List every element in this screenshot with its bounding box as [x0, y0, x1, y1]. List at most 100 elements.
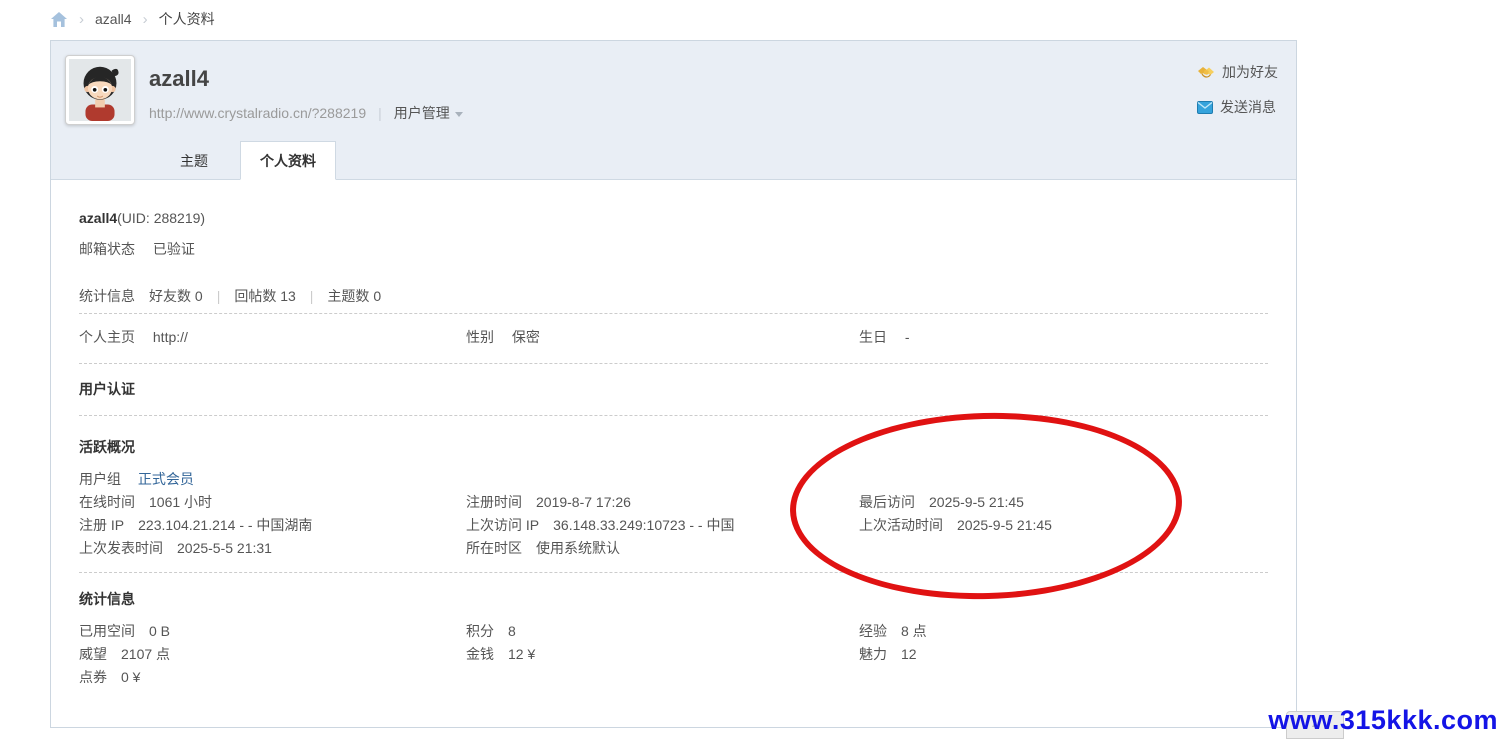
uid-suffix: (UID: 288219) [117, 210, 205, 226]
empty-cell [859, 537, 1268, 560]
breadcrumb: › azall4 › 个人资料 [50, 8, 215, 30]
money-field: 金钱 12 ¥ [466, 643, 859, 666]
divider: | [310, 286, 314, 306]
field-label: 经验 [859, 623, 887, 639]
field-label: 用户组 [79, 471, 121, 487]
statistics-grid: 已用空间 0 B 积分8 经验 8 点 威望 2107 点 金钱 12 ¥ 魅力 12 点… [79, 620, 1268, 689]
register-time-field: 注册时间 2019-8-7 17:26 [466, 491, 859, 514]
avatar[interactable] [65, 55, 135, 125]
last-visit-field: 最后访问 2025-9-5 21:45 [859, 491, 1268, 514]
field-label: 性别 [466, 329, 494, 345]
breadcrumb-item-profile: 个人资料 [159, 9, 215, 29]
field-value: 2025-9-5 21:45 [929, 494, 1024, 510]
field-value: 已验证 [153, 241, 195, 257]
field-value: 2025-9-5 21:45 [957, 517, 1052, 533]
charm-field: 魅力 12 [859, 643, 1268, 666]
field-value: 8 点 [901, 623, 927, 639]
stats-summary-label: 统计信息 [79, 286, 135, 306]
profile-url[interactable]: http://www.crystalradio.cn/?288219 [149, 105, 366, 121]
field-label: 威望 [79, 646, 107, 662]
friends-count: 好友数 0 [149, 286, 203, 306]
field-label: 已用空间 [79, 623, 135, 639]
last-activity-field: 上次活动时间 2025-9-5 21:45 [859, 514, 1268, 537]
envelope-icon [1197, 101, 1213, 114]
add-friend-label: 加为好友 [1222, 62, 1278, 82]
tab-profile[interactable]: 个人资料 [240, 141, 336, 180]
divider: | [217, 286, 221, 306]
field-label: 在线时间 [79, 494, 135, 510]
profile-panel: azall4 http://www.crystalradio.cn/?28821… [50, 40, 1297, 728]
profile-body: azall4(UID: 288219) 邮箱状态 已验证 统计信息 好友数 0 … [51, 208, 1296, 689]
breadcrumb-item-user[interactable]: azall4 [95, 11, 132, 27]
field-value: 12 [901, 646, 917, 662]
stats-summary-line: 统计信息 好友数 0 | 回帖数 13 | 主题数 0 [79, 286, 1268, 306]
section-heading-verification: 用户认证 [79, 379, 1268, 399]
field-label: 上次发表时间 [79, 540, 163, 556]
avatar-image [69, 59, 131, 121]
field-value: 1061 小时 [149, 494, 212, 510]
field-label: 最后访问 [859, 494, 915, 510]
prestige-field: 威望 2107 点 [79, 643, 466, 666]
watermark: www.315kkk.com [1268, 705, 1498, 736]
last-visit-ip-field: 上次访问 IP 36.148.33.249:10723 - - 中国 [466, 514, 859, 537]
field-label: 生日 [859, 329, 887, 345]
user-manage-label: 用户管理 [394, 103, 450, 123]
register-ip-field: 注册 IP223.104.21.214 - - 中国湖南 [79, 514, 466, 537]
statistics-row: 点券0 ¥ [79, 666, 1268, 689]
home-icon[interactable] [50, 11, 68, 28]
field-label: 金钱 [466, 646, 494, 662]
divider: | [378, 105, 382, 121]
field-value: 保密 [512, 329, 540, 345]
send-message-button[interactable]: 发送消息 [1197, 97, 1278, 117]
profile-tabs: 主题 个人资料 [161, 141, 336, 180]
threads-count: 主题数 0 [327, 286, 381, 306]
field-value: 2107 点 [121, 646, 170, 662]
section-heading-activity: 活跃概况 [79, 437, 1268, 457]
tab-threads[interactable]: 主题 [161, 142, 227, 180]
field-label: 上次活动时间 [859, 517, 943, 533]
field-label: 上次访问 IP [466, 517, 539, 533]
section-divider [79, 313, 1268, 314]
breadcrumb-separator: › [79, 11, 84, 28]
field-value: 2025-5-5 21:31 [177, 540, 272, 556]
last-post-time-field: 上次发表时间 2025-5-5 21:31 [79, 537, 466, 560]
credits-field: 积分8 [466, 620, 859, 643]
usergroup-link[interactable]: 正式会员 [138, 471, 194, 487]
field-value: 0 ¥ [121, 669, 140, 685]
field-label: 邮箱状态 [79, 241, 135, 257]
coupons-field: 点券0 ¥ [79, 666, 466, 689]
section-divider [79, 572, 1268, 573]
section-heading-statistics: 统计信息 [79, 589, 1268, 609]
field-value: 36.148.33.249:10723 - - 中国 [553, 517, 734, 533]
empty-cell [859, 666, 1268, 689]
replies-count: 回帖数 13 [234, 286, 295, 306]
gender-field: 性别 保密 [466, 327, 859, 347]
email-status-line: 邮箱状态 已验证 [79, 239, 1268, 259]
uid-line: azall4(UID: 288219) [79, 208, 1268, 228]
send-message-label: 发送消息 [1220, 97, 1276, 117]
experience-field: 经验 8 点 [859, 620, 1268, 643]
activity-row: 上次发表时间 2025-5-5 21:31 所在时区使用系统默认 [79, 537, 1268, 560]
field-label: 所在时区 [466, 540, 522, 556]
basic-info-row: 个人主页 http:// 性别 保密 生日 - [79, 327, 1268, 347]
field-value: 2019-8-7 17:26 [536, 494, 631, 510]
field-label: 注册 IP [79, 517, 124, 533]
statistics-row: 已用空间 0 B 积分8 经验 8 点 [79, 620, 1268, 643]
field-value: 使用系统默认 [536, 540, 620, 556]
activity-row: 在线时间 1061 小时 注册时间 2019-8-7 17:26 最后访问 2025-… [79, 491, 1268, 514]
usergroup-field: 用户组 正式会员 [79, 468, 1268, 491]
user-manage-menu[interactable]: 用户管理 [394, 103, 463, 123]
chevron-down-icon [455, 112, 463, 117]
field-label: 个人主页 [79, 329, 135, 345]
field-label: 注册时间 [466, 494, 522, 510]
field-value: 0 B [149, 623, 170, 639]
field-value: 12 ¥ [508, 646, 535, 662]
birthday-field: 生日 - [859, 327, 1268, 347]
field-label: 魅力 [859, 646, 887, 662]
used-space-field: 已用空间 0 B [79, 620, 466, 643]
breadcrumb-separator: › [143, 11, 148, 28]
handshake-icon [1197, 65, 1215, 79]
field-value: - [905, 329, 910, 345]
field-value: http:// [153, 329, 188, 345]
add-friend-button[interactable]: 加为好友 [1197, 62, 1278, 82]
